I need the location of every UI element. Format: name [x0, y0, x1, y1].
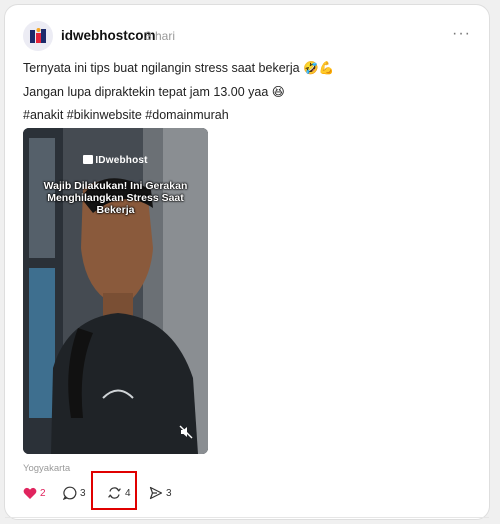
idwebhost-logo-icon [30, 28, 46, 43]
post-card: idwebhostcom 3 hari ··· Ternyata ini tip… [4, 4, 490, 520]
send-icon [149, 486, 163, 500]
post-video[interactable]: IDwebhost Wajib Dilakukan! Ini Gerakan M… [23, 128, 208, 454]
share-button[interactable]: 3 [149, 483, 172, 503]
video-caption-title: Wajib Dilakukan! Ini Gerakan Menghilangk… [43, 180, 188, 216]
comment-icon [63, 486, 77, 500]
reply-count: 3 [80, 487, 86, 499]
post-location[interactable]: Yogyakarta [23, 463, 70, 474]
post-timestamp[interactable]: 3 hari [145, 29, 175, 43]
card-divider [5, 517, 489, 518]
speaker-muted-icon[interactable] [176, 422, 196, 442]
like-count: 2 [40, 487, 46, 499]
video-frame-image [23, 128, 208, 454]
video-brand-text: IDwebhost [95, 155, 148, 166]
post-text-line-2: Jangan lupa dipraktekin tepat jam 13.00 … [23, 85, 285, 99]
idwebhost-mark-icon [83, 155, 94, 164]
video-brand-watermark: IDwebhost [23, 155, 208, 166]
repost-highlight-box [91, 471, 137, 510]
avatar[interactable] [23, 21, 53, 51]
post-text-line-1: Ternyata ini tips buat ngilangin stress … [23, 61, 335, 75]
share-count: 3 [166, 487, 172, 499]
reply-button[interactable]: 3 [63, 483, 86, 503]
post-username[interactable]: idwebhostcom [61, 28, 156, 43]
like-button[interactable]: 2 [23, 483, 46, 503]
post-hashtags[interactable]: #anakit #bikinwebsite #domainmurah [23, 108, 229, 122]
heart-icon [23, 487, 37, 499]
more-options-icon[interactable]: ··· [452, 26, 471, 42]
